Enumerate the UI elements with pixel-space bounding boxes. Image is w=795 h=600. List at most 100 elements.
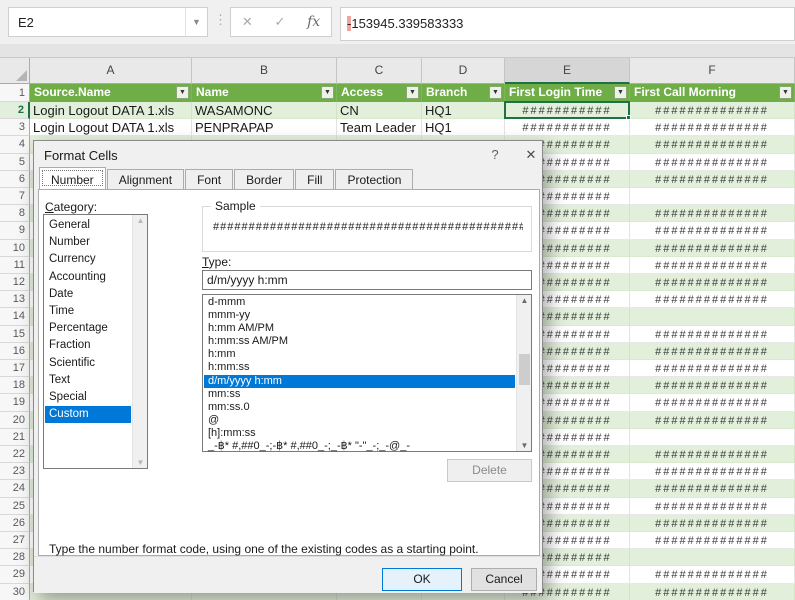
row-header-18[interactable]: 18 — [0, 377, 30, 394]
category-item-custom[interactable]: Custom — [45, 406, 131, 423]
type-option[interactable]: h:mm — [204, 348, 515, 361]
category-scrollbar[interactable]: ▲ ▼ — [132, 215, 147, 468]
cell-E3[interactable]: ########### — [505, 119, 630, 136]
fill-handle[interactable] — [626, 115, 631, 120]
type-option[interactable]: h:mm:ss — [204, 361, 515, 374]
category-item-special[interactable]: Special — [45, 389, 131, 406]
row-header-3[interactable]: 3 — [0, 119, 30, 136]
cell-C2[interactable]: CN — [337, 102, 422, 119]
row-header-16[interactable]: 16 — [0, 343, 30, 360]
row-header-5[interactable]: 5 — [0, 154, 30, 171]
category-item-general[interactable]: General — [45, 217, 131, 234]
scroll-down-icon[interactable]: ▼ — [133, 458, 148, 467]
row-header-23[interactable]: 23 — [0, 463, 30, 480]
row-header-22[interactable]: 22 — [0, 446, 30, 463]
type-option[interactable]: h:mm:ss AM/PM — [204, 335, 515, 348]
cell-F21[interactable] — [630, 429, 795, 446]
category-item-time[interactable]: Time — [45, 303, 131, 320]
type-input[interactable]: d/m/yyyy h:mm — [202, 270, 532, 290]
cell-F24[interactable]: ############## — [630, 480, 795, 497]
cell-A2[interactable]: Login Logout DATA 1.xls — [30, 102, 192, 119]
cell-F20[interactable]: ############## — [630, 412, 795, 429]
row-header-26[interactable]: 26 — [0, 515, 30, 532]
type-option[interactable]: @ — [204, 414, 515, 427]
type-option[interactable]: _-฿* #,##0_-;-฿* #,##0_-;_-฿* "-"_-;_-@_… — [204, 440, 515, 453]
cancel-entry-icon[interactable]: ✕ — [242, 14, 253, 30]
select-all-corner[interactable] — [0, 58, 30, 84]
cell-F22[interactable]: ############## — [630, 446, 795, 463]
category-item-fraction[interactable]: Fraction — [45, 337, 131, 354]
delete-button[interactable]: Delete — [447, 459, 532, 482]
column-header-d[interactable]: D — [422, 58, 505, 84]
table-header-cell[interactable]: ▼First Login Time — [505, 84, 630, 102]
cell-F5[interactable]: ############## — [630, 154, 795, 171]
type-option[interactable]: d-mmm — [204, 296, 515, 309]
category-listbox[interactable]: GeneralNumberCurrencyAccountingDateTimeP… — [43, 214, 148, 469]
cell-F7[interactable] — [630, 188, 795, 205]
cell-F15[interactable]: ############## — [630, 326, 795, 343]
scroll-down-icon[interactable]: ▼ — [517, 441, 532, 450]
cell-F30[interactable]: ############## — [630, 584, 795, 600]
row-header-28[interactable]: 28 — [0, 549, 30, 566]
cell-F9[interactable]: ############## — [630, 222, 795, 239]
row-header-10[interactable]: 10 — [0, 240, 30, 257]
cell-A3[interactable]: Login Logout DATA 1.xls — [30, 119, 192, 136]
cell-D3[interactable]: HQ1 — [422, 119, 505, 136]
column-header-b[interactable]: B — [192, 58, 337, 84]
row-header-15[interactable]: 15 — [0, 326, 30, 343]
cell-B3[interactable]: PENPRAPAP — [192, 119, 337, 136]
filter-dropdown-icon[interactable]: ▼ — [176, 86, 189, 99]
cell-F11[interactable]: ############## — [630, 257, 795, 274]
name-box-dropdown-icon[interactable]: ▼ — [185, 8, 207, 36]
row-header-13[interactable]: 13 — [0, 291, 30, 308]
row-header-4[interactable]: 4 — [0, 136, 30, 153]
type-option[interactable]: mmm-yy — [204, 309, 515, 322]
dialog-help-icon[interactable]: ? — [482, 147, 508, 162]
cell-F26[interactable]: ############## — [630, 515, 795, 532]
row-header-19[interactable]: 19 — [0, 394, 30, 411]
cell-F8[interactable]: ############## — [630, 205, 795, 222]
dialog-close-icon[interactable]: ✕ — [518, 147, 544, 163]
filter-dropdown-icon[interactable]: ▼ — [779, 86, 792, 99]
filter-dropdown-icon[interactable]: ▼ — [614, 86, 627, 99]
category-item-text[interactable]: Text — [45, 372, 131, 389]
category-item-number[interactable]: Number — [45, 234, 131, 251]
row-header-14[interactable]: 14 — [0, 308, 30, 325]
tab-alignment[interactable]: Alignment — [107, 169, 184, 189]
type-option[interactable]: mm:ss — [204, 388, 515, 401]
cell-F16[interactable]: ############## — [630, 343, 795, 360]
cell-F14[interactable] — [630, 308, 795, 325]
tab-border[interactable]: Border — [234, 169, 294, 189]
filter-dropdown-icon[interactable]: ▼ — [489, 86, 502, 99]
scroll-up-icon[interactable]: ▲ — [133, 216, 148, 225]
row-header-9[interactable]: 9 — [0, 222, 30, 239]
cell-F27[interactable]: ############## — [630, 532, 795, 549]
row-header-17[interactable]: 17 — [0, 360, 30, 377]
table-header-cell[interactable]: ▼Branch — [422, 84, 505, 102]
cell-F28[interactable] — [630, 549, 795, 566]
cell-B2[interactable]: WASAMONC — [192, 102, 337, 119]
cell-F2[interactable]: ############## — [630, 102, 795, 119]
type-listbox[interactable]: d-mmmmmm-yyh:mm AM/PMh:mm:ss AM/PMh:mmh:… — [202, 294, 532, 452]
cell-F29[interactable]: ############## — [630, 566, 795, 583]
row-header-6[interactable]: 6 — [0, 171, 30, 188]
cell-F4[interactable]: ############## — [630, 136, 795, 153]
tab-fill[interactable]: Fill — [295, 169, 334, 189]
cell-F10[interactable]: ############## — [630, 240, 795, 257]
cell-C3[interactable]: Team Leader — [337, 119, 422, 136]
row-header-24[interactable]: 24 — [0, 480, 30, 497]
scroll-up-icon[interactable]: ▲ — [517, 296, 532, 305]
column-header-f[interactable]: F — [630, 58, 795, 84]
table-header-cell[interactable]: ▼Name — [192, 84, 337, 102]
row-header-27[interactable]: 27 — [0, 532, 30, 549]
cell-F18[interactable]: ############## — [630, 377, 795, 394]
tab-font[interactable]: Font — [185, 169, 233, 189]
filter-dropdown-icon[interactable]: ▼ — [321, 86, 334, 99]
type-option[interactable]: d/m/yyyy h:mm — [204, 375, 515, 388]
cell-F25[interactable]: ############## — [630, 498, 795, 515]
row-header-20[interactable]: 20 — [0, 412, 30, 429]
row-header-11[interactable]: 11 — [0, 257, 30, 274]
type-option[interactable]: mm:ss.0 — [204, 401, 515, 414]
row-header-25[interactable]: 25 — [0, 498, 30, 515]
table-header-cell[interactable]: ▼Source.Name — [30, 84, 192, 102]
